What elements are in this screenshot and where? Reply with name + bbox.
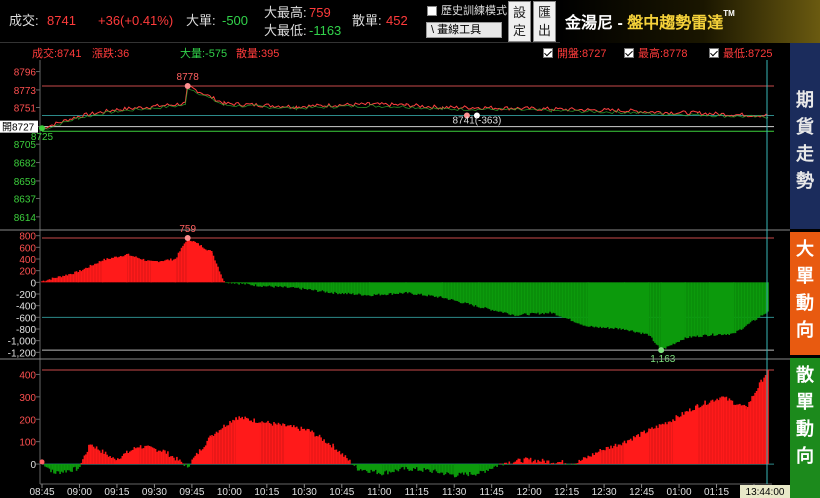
tab-retail-direction[interactable]: 散單動向 — [790, 358, 820, 498]
big-tick-label: -200 — [16, 290, 36, 301]
big-min-value: -1163 — [309, 23, 342, 38]
legend-big: 大量:-575 — [180, 48, 228, 60]
time-tick-label: 08:45 — [29, 487, 54, 498]
big-tick-label: -800 — [16, 325, 36, 336]
change-value: +36(+0.41%) — [98, 13, 174, 28]
legend-trade: 成交:8741 — [32, 48, 82, 60]
price-tick-label: 8751 — [14, 103, 37, 114]
legend-high-text: 最高:8778 — [638, 48, 688, 60]
brand-logo: 金湯尼 - 盤中趨勢雷達TM — [565, 9, 735, 33]
retail-tick-label: 0 — [30, 460, 36, 471]
legend-change: 漲跌:36 — [92, 48, 130, 60]
time-tick-label: 11:45 — [480, 487, 505, 498]
time-tick-label: 01:00 — [667, 487, 692, 498]
time-tick-label: 12:00 — [517, 487, 542, 498]
brand-dash: - — [613, 15, 628, 32]
time-tick-label: 11:00 — [367, 487, 392, 498]
draw-tool-button[interactable]: \ 畫線工具 — [426, 22, 502, 38]
brand-product: 盤中趨勢雷達 — [627, 15, 724, 32]
price-marker — [39, 125, 45, 132]
time-tick-label: 11:15 — [405, 487, 430, 498]
retail-tick-label: 400 — [19, 370, 36, 381]
app-window: 成交: 8741 +36(+0.41%) 大單: -500 大最高: 759 大… — [0, 0, 820, 498]
time-tick-label: 12:45 — [629, 487, 654, 498]
high-checkbox[interactable] — [624, 48, 634, 58]
cursor-time-label: 13:44:00 — [746, 487, 785, 498]
big-annotation: 759 — [179, 224, 196, 235]
open-checkbox[interactable] — [543, 48, 553, 58]
big-max-label: 大最高: — [264, 5, 307, 20]
big-tick-label: -400 — [16, 302, 36, 313]
time-tick-label: 09:15 — [104, 487, 129, 498]
trend-chart[interactable]: 879687738751872787058682865986378614開872… — [0, 60, 790, 498]
price-tick-label: 8773 — [14, 86, 37, 97]
time-tick-label: 09:00 — [67, 487, 92, 498]
price-annotation: 8725 — [31, 132, 54, 143]
tab-futures-trend[interactable]: 期貨走勢 — [790, 43, 820, 229]
price-tick-label: 8614 — [14, 213, 37, 224]
price-tick-label: 8682 — [14, 159, 37, 170]
time-tick-label: 10:30 — [292, 487, 317, 498]
big-value: -500 — [222, 13, 249, 28]
time-tick-label: 09:30 — [142, 487, 167, 498]
brand-name: 金湯尼 — [565, 15, 614, 32]
big-marker — [658, 347, 665, 354]
time-tick-label: 12:15 — [554, 487, 579, 498]
price-tick-label: 8659 — [14, 177, 37, 188]
big-min-label: 大最低: — [264, 23, 307, 38]
big-tick-label: 200 — [19, 267, 36, 278]
price-annotation: 8741(-363) — [452, 115, 501, 126]
big-tick-label: 600 — [19, 243, 36, 254]
chart-legend: 成交:8741 漲跌:36 大量:-575 散量:395 開盤:8727 最高:… — [0, 43, 790, 60]
big-tick-label: -1,200 — [8, 348, 37, 359]
retail-tick-label: 100 — [19, 438, 36, 449]
retail-tick-label: 200 — [19, 415, 36, 426]
legend-low[interactable]: 最低:8725 — [709, 45, 773, 61]
legend-open[interactable]: 開盤:8727 — [543, 45, 607, 61]
big-label: 大單: — [186, 13, 216, 28]
tab-big-direction[interactable]: 大單動向 — [790, 232, 820, 355]
history-mode-checkbox[interactable] — [427, 6, 437, 16]
big-tick-label: 0 — [30, 278, 36, 289]
brand-banner: 金湯尼 - 盤中趨勢雷達TM — [560, 0, 820, 43]
legend-retail: 散量:395 — [236, 48, 280, 60]
trade-label: 成交: — [9, 13, 39, 28]
time-tick-label: 10:45 — [329, 487, 354, 498]
big-tick-label: 800 — [19, 232, 36, 243]
retail-value: 452 — [386, 13, 408, 28]
time-tick-label: 01:15 — [704, 487, 729, 498]
big-tick-label: -600 — [16, 313, 36, 324]
time-tick-label: 10:00 — [217, 487, 242, 498]
big-max-value: 759 — [309, 5, 331, 20]
legend-low-text: 最低:8725 — [723, 48, 773, 60]
retail-tick-label: 300 — [19, 393, 36, 404]
history-mode-label: 歷史訓練模式 — [441, 5, 507, 17]
low-checkbox[interactable] — [709, 48, 719, 58]
big-marker — [184, 235, 191, 242]
time-tick-label: 10:15 — [254, 487, 279, 498]
time-tick-label: 11:30 — [442, 487, 467, 498]
price-marker — [184, 82, 191, 89]
retail-label: 散單: — [352, 13, 382, 28]
big-annotation: -1,163 — [647, 354, 676, 365]
settings-button[interactable]: 設定 — [508, 1, 531, 42]
big-tick-label: 400 — [19, 255, 36, 266]
retail-marker — [39, 459, 45, 465]
time-tick-label: 09:45 — [179, 487, 204, 498]
legend-open-text: 開盤:8727 — [557, 48, 607, 60]
price-tick-label: 8637 — [14, 194, 37, 205]
big-tick-label: -1,000 — [8, 337, 37, 348]
export-button[interactable]: 匯出 — [533, 1, 556, 42]
price-annotation: 8778 — [177, 72, 200, 83]
status-bar: 成交: 8741 +36(+0.41%) 大單: -500 大最高: 759 大… — [0, 0, 820, 43]
price-tick-label: 8796 — [14, 68, 37, 79]
open-label: 開8727 — [2, 122, 35, 134]
time-tick-label: 12:30 — [592, 487, 617, 498]
trade-value: 8741 — [47, 13, 76, 28]
legend-high[interactable]: 最高:8778 — [624, 45, 688, 61]
brand-trademark: TM — [723, 9, 735, 18]
